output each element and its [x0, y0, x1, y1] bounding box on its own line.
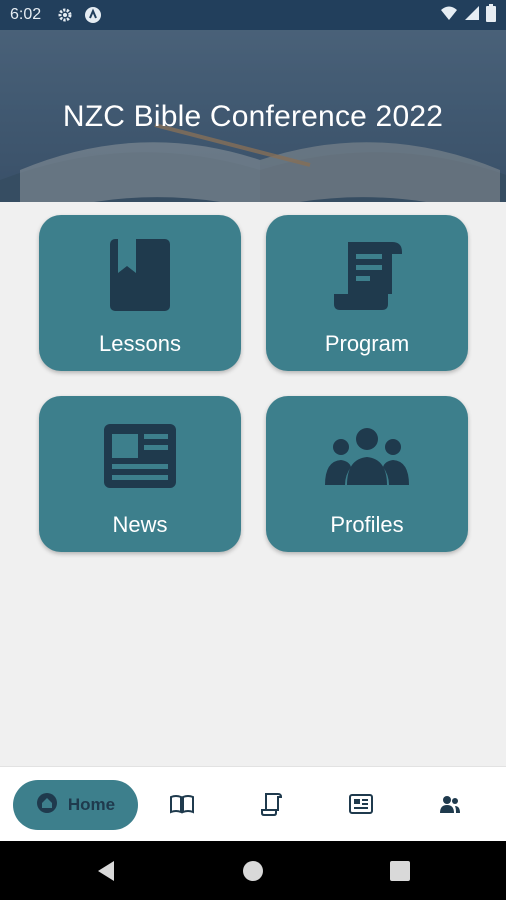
header-banner: NZC Bible Conference 2022	[0, 30, 506, 202]
tile-label: Lessons	[99, 331, 181, 356]
app-title: NZC Bible Conference 2022	[62, 100, 444, 133]
bottom-navigation: Home	[0, 766, 506, 841]
nav-news-button[interactable]	[347, 792, 375, 820]
book-icon	[169, 794, 195, 819]
tile-label: Program	[324, 331, 410, 356]
nav-book-button[interactable]	[168, 792, 196, 820]
tile-label: Profiles	[330, 512, 404, 537]
home-icon	[36, 792, 58, 819]
scroll-icon	[260, 792, 283, 821]
group-icon	[323, 418, 411, 494]
signal-icon	[464, 5, 480, 26]
people-icon	[438, 795, 462, 818]
tile-lessons[interactable]: Lessons	[39, 215, 241, 371]
nav-home-button[interactable]: Home	[13, 780, 138, 830]
wifi-icon	[440, 5, 458, 26]
tile-profiles[interactable]: Profiles	[266, 396, 468, 552]
home-circle-icon[interactable]	[241, 859, 265, 883]
nav-profiles-button[interactable]	[436, 792, 464, 820]
app-badge-icon	[83, 5, 103, 25]
tile-label: News	[112, 512, 168, 537]
scroll-icon	[330, 237, 404, 313]
settings-icon	[55, 5, 75, 25]
nav-home-label: Home	[67, 795, 116, 814]
system-navigation-bar	[0, 841, 506, 900]
nav-program-button[interactable]	[257, 792, 285, 820]
newspaper-icon	[349, 793, 373, 819]
recents-icon[interactable]	[388, 859, 412, 883]
tile-news[interactable]: News	[39, 396, 241, 552]
tile-program[interactable]: Program	[266, 215, 468, 371]
status-bar: 6:02	[0, 0, 506, 30]
back-icon[interactable]	[94, 859, 118, 883]
status-time: 6:02	[10, 6, 42, 23]
bookmark-book-icon	[110, 237, 170, 313]
newspaper-icon	[104, 418, 176, 494]
battery-icon	[486, 3, 496, 27]
